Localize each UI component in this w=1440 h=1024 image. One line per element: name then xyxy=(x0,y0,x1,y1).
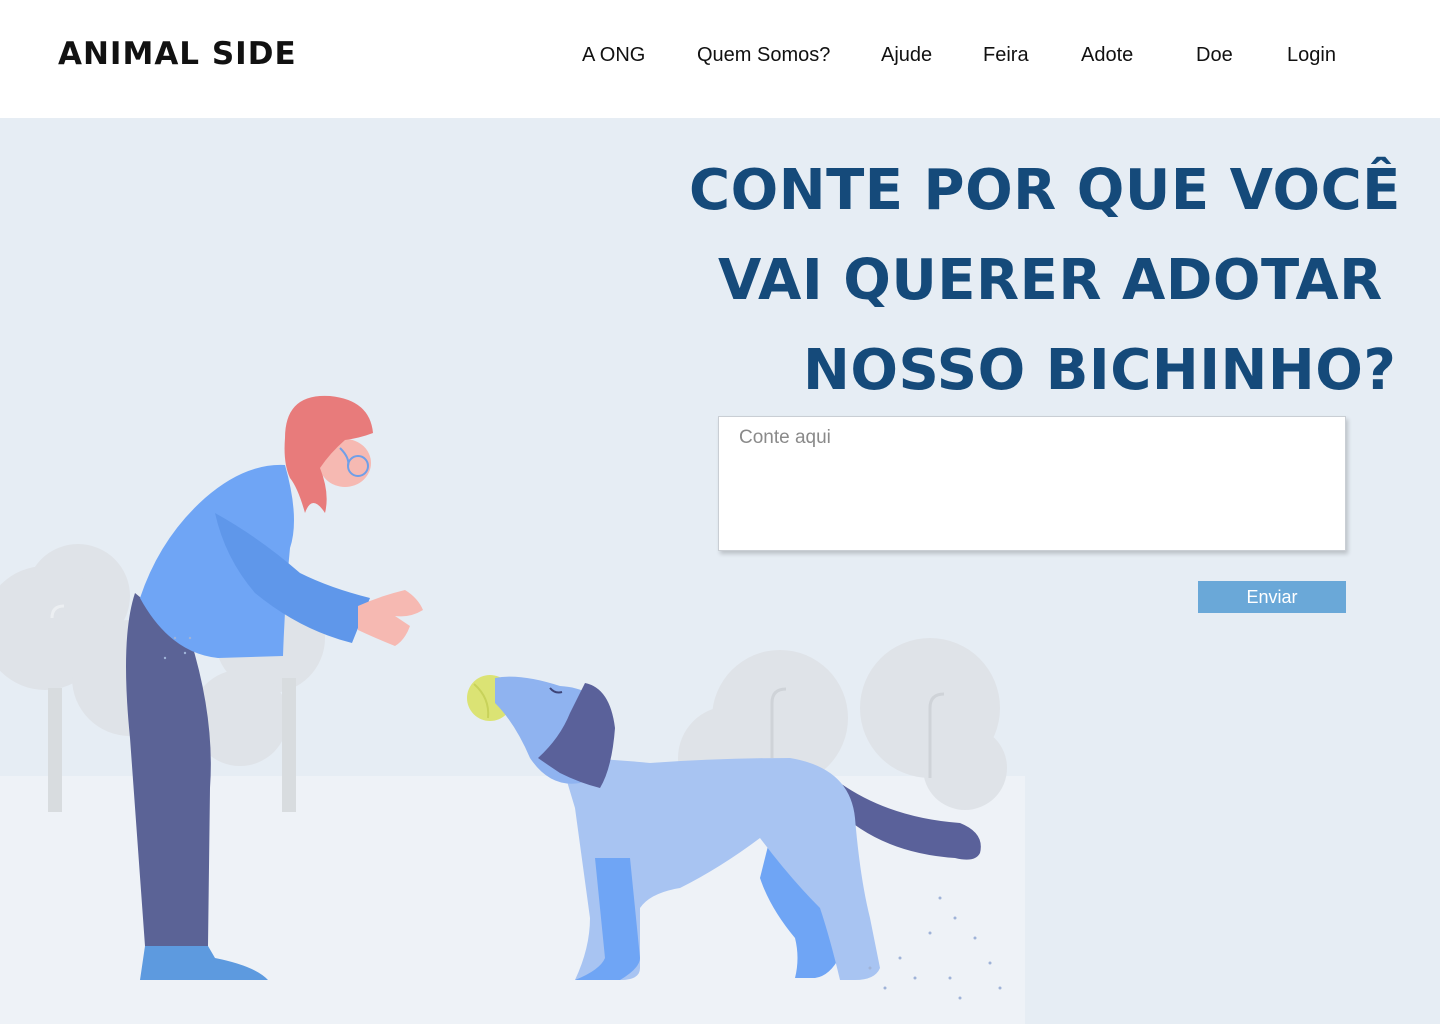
nav-link-a-ong[interactable]: A ONG xyxy=(582,44,645,67)
story-input[interactable] xyxy=(718,416,1346,551)
nav-link-login[interactable]: Login xyxy=(1287,44,1336,67)
nav-link-ajude[interactable]: Ajude xyxy=(881,44,932,67)
nav-link-feira[interactable]: Feira xyxy=(983,44,1029,67)
headline-line-3: NOSSO BICHINHO? xyxy=(803,338,1397,403)
headline-line-1: CONTE POR QUE VOCÊ xyxy=(689,158,1401,223)
hero-section: CONTE POR QUE VOCÊ VAI QUERER ADOTAR NOS… xyxy=(0,118,1440,1024)
site-logo[interactable]: ANIMAL SIDE xyxy=(58,36,297,72)
site-header: ANIMAL SIDE A ONG Quem Somos? Ajude Feir… xyxy=(0,0,1440,118)
nav-link-doe[interactable]: Doe xyxy=(1196,44,1233,67)
nav-link-quem-somos[interactable]: Quem Somos? xyxy=(697,44,830,67)
send-button[interactable]: Enviar xyxy=(1198,581,1346,613)
nav-link-adote[interactable]: Adote xyxy=(1081,44,1133,67)
headline-line-2: VAI QUERER ADOTAR xyxy=(718,248,1383,313)
